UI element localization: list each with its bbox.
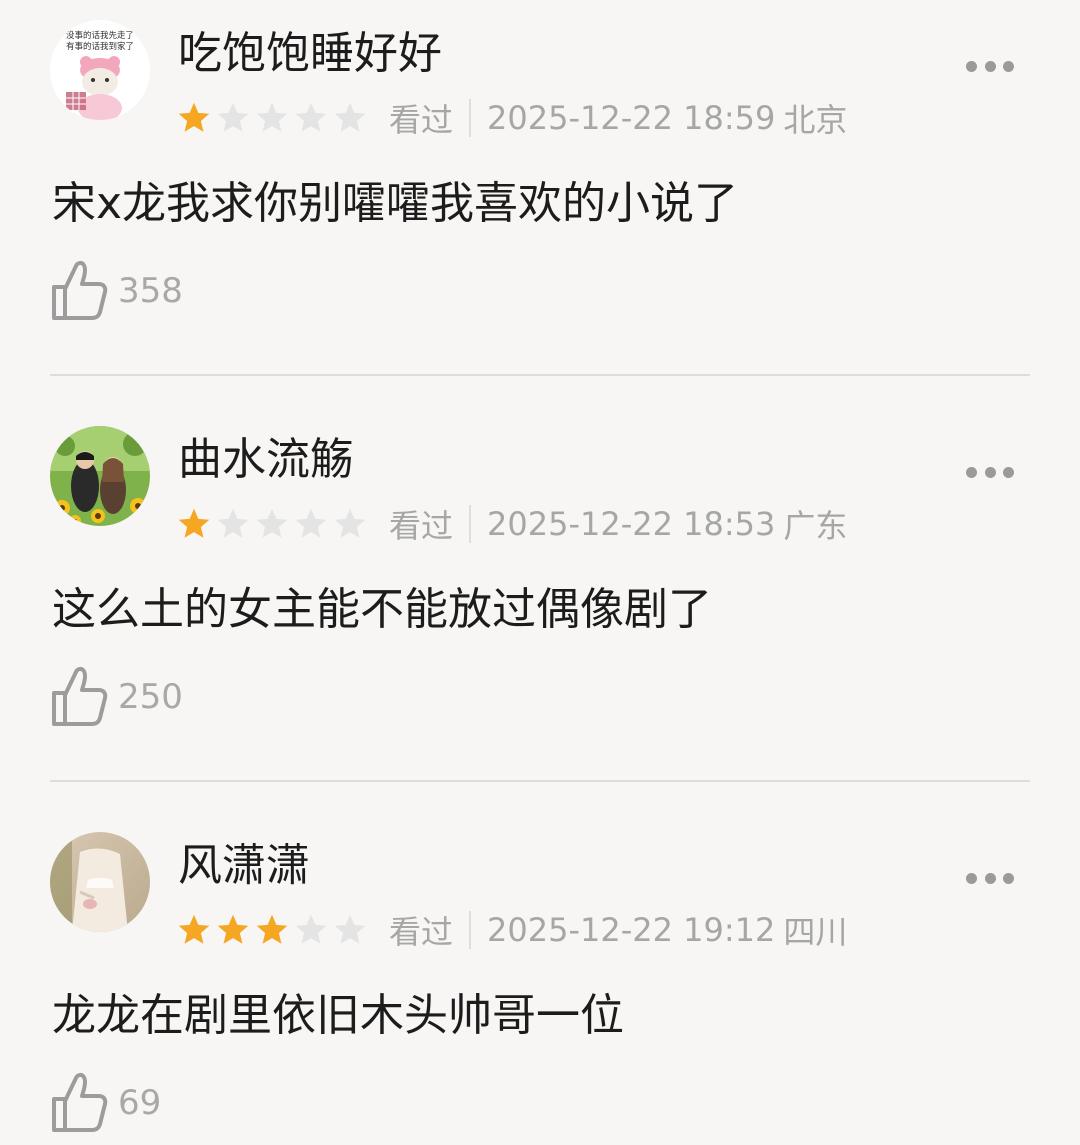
more-dots-icon[interactable] <box>966 868 1014 888</box>
star-empty-icon <box>295 914 327 944</box>
like-count: 69 <box>118 1083 162 1123</box>
more-dots-icon[interactable] <box>966 462 1014 482</box>
review-item: 曲水流觞 看过 2025-12-22 18:53 广东 这么土的女主能不能放过偶… <box>50 406 1030 786</box>
review-location: 北京 <box>783 101 848 139</box>
star-empty-icon <box>295 508 327 538</box>
star-filled-icon <box>178 508 210 538</box>
star-filled-icon <box>256 914 288 944</box>
meta-divider <box>469 505 472 543</box>
star-filled-icon <box>178 914 210 944</box>
watch-status: 看过 <box>389 101 454 139</box>
review-list: 没事的话我先走了 有事的话我到家了 吃饱饱睡好好 看过 2025-12-22 1… <box>0 0 1080 1145</box>
rating-stars <box>176 100 371 136</box>
avatar[interactable] <box>50 426 150 526</box>
rating-stars <box>176 912 371 948</box>
avatar-text-line-2: 有事的话我到家了 <box>66 41 134 52</box>
star-empty-icon <box>334 102 366 132</box>
avatar-cat-image: 没事的话我先走了 有事的话我到家了 <box>50 20 150 120</box>
review-location: 广东 <box>783 507 848 545</box>
star-empty-icon <box>256 508 288 538</box>
review-location: 四川 <box>783 913 848 951</box>
username[interactable]: 风潇潇 <box>178 836 310 896</box>
star-empty-icon <box>217 102 249 132</box>
watch-status: 看过 <box>389 913 454 951</box>
review-divider <box>50 780 1030 782</box>
like-count: 358 <box>118 271 183 311</box>
username[interactable]: 曲水流觞 <box>178 430 354 490</box>
avatar-text-line-1: 没事的话我先走了 <box>66 30 134 41</box>
star-filled-icon <box>217 914 249 944</box>
review-meta: 看过 2025-12-22 19:12 四川 <box>176 905 847 955</box>
star-empty-icon <box>256 102 288 132</box>
avatar[interactable] <box>50 832 150 932</box>
like-button[interactable]: 69 <box>50 1070 161 1136</box>
review-meta: 看过 2025-12-22 18:59 北京 <box>176 93 847 143</box>
thumbs-up-icon <box>52 1072 108 1132</box>
star-empty-icon <box>334 508 366 538</box>
review-content: 龙龙在剧里依旧木头帅哥一位 <box>52 990 624 1041</box>
review-meta: 看过 2025-12-22 18:53 广东 <box>176 499 847 549</box>
rating-stars <box>176 506 371 542</box>
star-empty-icon <box>217 508 249 538</box>
avatar-girl-dress-image <box>50 832 150 932</box>
like-count: 250 <box>118 677 183 717</box>
more-dots-icon[interactable] <box>966 56 1014 76</box>
star-empty-icon <box>295 102 327 132</box>
review-content: 这么土的女主能不能放过偶像剧了 <box>52 584 712 635</box>
meta-divider <box>469 99 472 137</box>
review-item: 风潇潇 看过 2025-12-22 19:12 四川 龙龙在剧里依旧木头帅哥一位… <box>50 812 1030 1145</box>
like-button[interactable]: 250 <box>50 664 183 730</box>
review-datetime: 2025-12-22 19:12 <box>487 911 776 949</box>
star-empty-icon <box>334 914 366 944</box>
review-content: 宋x龙我求你别嚯嚯我喜欢的小说了 <box>52 178 739 229</box>
like-button[interactable]: 358 <box>50 258 183 324</box>
avatar-couple-sunflower-image <box>50 426 150 526</box>
watch-status: 看过 <box>389 507 454 545</box>
review-divider <box>50 374 1030 376</box>
star-filled-icon <box>178 102 210 132</box>
thumbs-up-icon <box>52 260 108 320</box>
meta-divider <box>469 911 472 949</box>
review-item: 没事的话我先走了 有事的话我到家了 吃饱饱睡好好 看过 2025-12-22 1… <box>50 0 1030 380</box>
username[interactable]: 吃饱饱睡好好 <box>178 24 442 84</box>
review-datetime: 2025-12-22 18:53 <box>487 505 776 543</box>
avatar[interactable]: 没事的话我先走了 有事的话我到家了 <box>50 20 150 120</box>
thumbs-up-icon <box>52 666 108 726</box>
review-datetime: 2025-12-22 18:59 <box>487 99 776 137</box>
